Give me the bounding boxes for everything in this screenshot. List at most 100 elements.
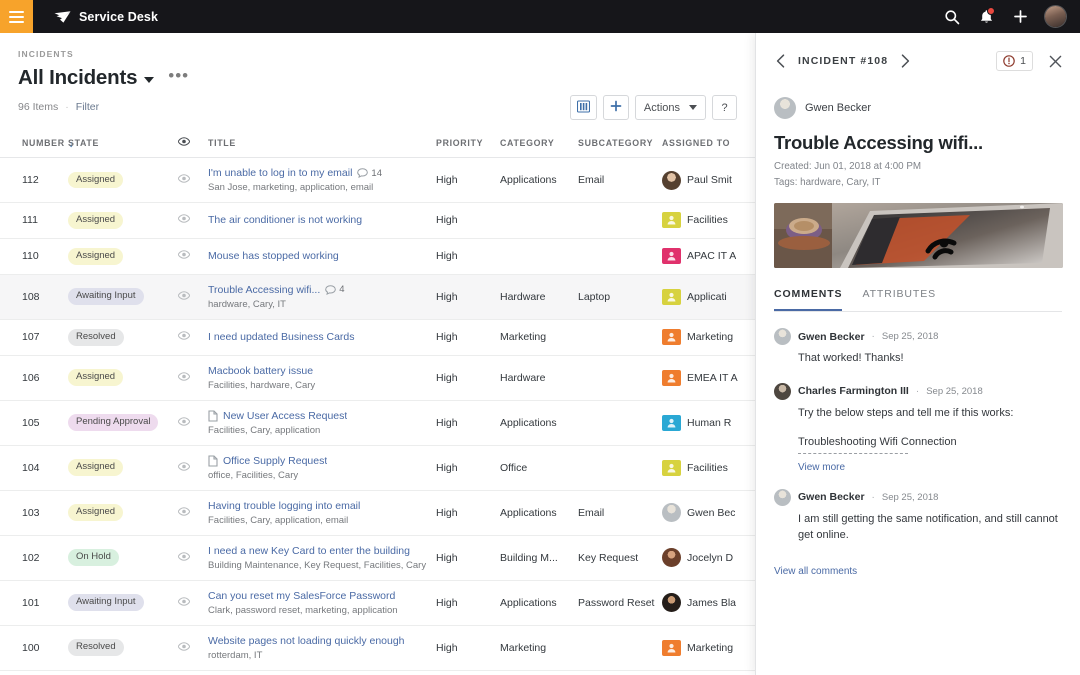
table-row[interactable]: 111AssignedThe air conditioner is not wo… [0, 203, 755, 239]
incident-title-link[interactable]: Website pages not loading quickly enough [208, 635, 405, 647]
cell-watch[interactable] [178, 400, 208, 445]
warning-badge[interactable]: 1 [996, 51, 1033, 71]
incident-title-link[interactable]: Trouble Accessing wifi... [208, 284, 320, 296]
cell-watch[interactable] [178, 580, 208, 625]
cell-watch[interactable] [178, 274, 208, 319]
eye-icon[interactable] [178, 372, 190, 381]
table-row[interactable]: 102On HoldI need a new Key Card to enter… [0, 535, 755, 580]
table-row[interactable]: 103AssignedHaving trouble logging into e… [0, 490, 755, 535]
group-avatar [662, 329, 681, 345]
cell-watch[interactable] [178, 158, 208, 203]
cell-state: Assigned [68, 158, 178, 203]
assignee-name: Human R [687, 417, 731, 429]
comment-text: I am still getting the same notification… [798, 512, 1062, 544]
filter-link[interactable]: Filter [76, 101, 99, 113]
comment-text: Try the below steps and tell me if this … [798, 406, 1062, 422]
cell-watch[interactable] [178, 238, 208, 274]
incident-title-link[interactable]: I need a new Key Card to enter the build… [208, 545, 410, 557]
view-more-link[interactable]: View more [798, 462, 1062, 473]
cell-priority: High [436, 490, 500, 535]
table-row[interactable]: 107ResolvedI need updated Business Cards… [0, 319, 755, 355]
cell-number: 108 [0, 274, 68, 319]
eye-icon[interactable] [178, 331, 190, 340]
eye-icon[interactable] [178, 417, 190, 426]
incident-title-link[interactable]: New User Access Request [223, 410, 347, 422]
eye-icon[interactable] [178, 552, 190, 561]
chevron-down-icon[interactable] [144, 77, 154, 83]
table-row[interactable]: 112AssignedI'm unable to log in to my em… [0, 158, 755, 203]
incident-title-link[interactable]: Having trouble logging into email [208, 500, 360, 512]
eye-icon[interactable] [178, 250, 190, 259]
column-header-category[interactable]: CATEGORY [500, 131, 578, 158]
bell-icon[interactable] [977, 8, 995, 26]
incident-title-link[interactable]: Office Supply Request [223, 455, 327, 467]
incident-title-link[interactable]: Can you reset my SalesForce Password [208, 590, 395, 602]
meta-separator: · [65, 101, 69, 113]
table-row[interactable]: 104AssignedOffice Supply Requestoffice, … [0, 445, 755, 490]
comment-date: Sep 25, 2018 [882, 331, 939, 342]
eye-icon[interactable] [178, 597, 190, 606]
group-avatar [662, 248, 681, 264]
incident-title-link[interactable]: Mouse has stopped working [208, 250, 339, 262]
user-avatar[interactable] [1045, 6, 1066, 27]
table-row[interactable]: 106AssignedMacbook battery issueFaciliti… [0, 355, 755, 400]
actions-button[interactable]: Actions [635, 95, 706, 120]
hamburger-menu-icon[interactable] [0, 0, 33, 33]
cell-title: Website pages not loading quickly enough… [208, 625, 436, 670]
cell-watch[interactable] [178, 355, 208, 400]
title-row: All Incidents ••• [18, 66, 737, 90]
column-header-subcategory[interactable]: SUBCATEGORY [578, 131, 662, 158]
status-badge: Assigned [68, 459, 123, 476]
cell-title: Having trouble logging into emailFacilit… [208, 490, 436, 535]
cell-watch[interactable] [178, 203, 208, 239]
attachment-image[interactable] [774, 203, 1063, 268]
cell-category: Building M... [500, 535, 578, 580]
chevron-right-icon[interactable] [899, 52, 912, 70]
eye-icon[interactable] [178, 174, 190, 183]
columns-button[interactable] [570, 95, 597, 120]
more-options-icon[interactable]: ••• [168, 70, 189, 82]
eye-icon[interactable] [178, 291, 190, 300]
cell-assigned-to: APAC IT A [662, 238, 755, 274]
eye-icon[interactable] [178, 462, 190, 471]
eye-icon[interactable] [178, 507, 190, 516]
table-row[interactable]: 101Awaiting InputCan you reset my SalesF… [0, 580, 755, 625]
column-header-number[interactable]: NUMBER↓ [0, 131, 68, 158]
incident-title-link[interactable]: I'm unable to log in to my email [208, 167, 352, 179]
eye-icon[interactable] [178, 642, 190, 651]
help-button[interactable]: ? [712, 95, 737, 120]
add-incident-button[interactable] [603, 95, 629, 120]
search-icon[interactable] [943, 8, 961, 26]
cell-watch[interactable] [178, 535, 208, 580]
table-row[interactable]: 105Pending ApprovalNew User Access Reque… [0, 400, 755, 445]
table-row[interactable]: 100ResolvedWebsite pages not loading qui… [0, 625, 755, 670]
assignee-name: Facilities [687, 214, 728, 226]
plus-icon[interactable] [1011, 8, 1029, 26]
column-header-watch[interactable] [178, 131, 208, 158]
table-row[interactable]: 110AssignedMouse has stopped workingHigh… [0, 238, 755, 274]
column-header-title[interactable]: TITLE [208, 131, 436, 158]
cell-watch[interactable] [178, 319, 208, 355]
document-icon [208, 455, 218, 467]
page-title[interactable]: All Incidents [18, 66, 137, 90]
table-row[interactable]: 108Awaiting InputTrouble Accessing wifi.… [0, 274, 755, 319]
incident-title-link[interactable]: Macbook battery issue [208, 365, 313, 377]
cell-watch[interactable] [178, 490, 208, 535]
eye-icon[interactable] [178, 214, 190, 223]
cell-watch[interactable] [178, 445, 208, 490]
tab-attributes[interactable]: ATTRIBUTES [862, 288, 936, 311]
cell-subcategory [578, 625, 662, 670]
column-header-state[interactable]: STATE [68, 131, 178, 158]
group-avatar [662, 460, 681, 476]
chevron-left-icon[interactable] [774, 52, 787, 70]
cell-category: Marketing [500, 319, 578, 355]
incident-title-link[interactable]: I need updated Business Cards [208, 331, 355, 343]
column-header-priority[interactable]: PRIORITY [436, 131, 500, 158]
view-all-comments-link[interactable]: View all comments [774, 566, 1062, 577]
close-icon[interactable] [1049, 55, 1062, 68]
tab-comments[interactable]: COMMENTS [774, 288, 842, 311]
cell-watch[interactable] [178, 625, 208, 670]
incident-title-link[interactable]: The air conditioner is not working [208, 214, 362, 226]
brand-link[interactable]: Service Desk [54, 10, 158, 24]
column-header-assigned-to[interactable]: ASSIGNED TO [662, 131, 755, 158]
